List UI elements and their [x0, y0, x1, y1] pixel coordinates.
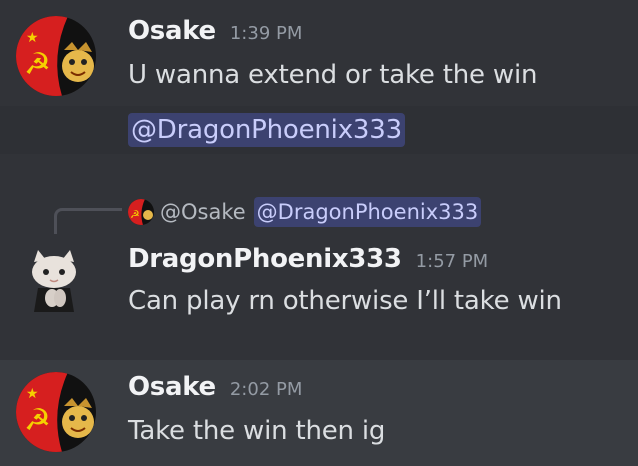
message-group-dragonphoenix[interactable]: DragonPhoenix333 1:57 PM Can play rn oth… — [0, 230, 638, 340]
user-mention[interactable]: @DragonPhoenix333 — [128, 113, 405, 147]
message-text: Can play rn otherwise I’ll take win — [128, 286, 562, 316]
message-timestamp[interactable]: 1:39 PM — [230, 23, 303, 44]
reply-author[interactable]: @Osake — [160, 200, 246, 224]
reply-avatar-icon: ☭ — [128, 199, 154, 225]
author-name[interactable]: Osake — [128, 16, 216, 46]
author-name[interactable]: Osake — [128, 372, 216, 402]
svg-text:☭: ☭ — [130, 208, 140, 221]
dragonphoenix-avatar[interactable] — [16, 242, 92, 318]
message-text: U wanna extend or take the win — [128, 60, 538, 90]
reply-mention[interactable]: @DragonPhoenix333 — [253, 197, 482, 227]
message-header: Osake 1:39 PM — [128, 16, 302, 52]
author-name[interactable]: DragonPhoenix333 — [128, 244, 402, 274]
osake-avatar[interactable]: ★ ☭ — [16, 16, 96, 96]
message-group-osake-2[interactable]: ★ ☭ Osake 2:02 PM Take the win then ig — [0, 360, 638, 466]
message-header: DragonPhoenix333 1:57 PM — [128, 244, 488, 280]
osake-avatar[interactable]: ★ ☭ — [16, 372, 96, 452]
svg-text:☭: ☭ — [24, 403, 51, 438]
message-row-mention[interactable]: @DragonPhoenix333 — [0, 106, 638, 154]
mention-container: @DragonPhoenix333 — [128, 113, 405, 147]
chat-messages: ★ ☭ Osake 1:39 PM U wanna extend or take… — [0, 0, 638, 466]
message-timestamp[interactable]: 1:57 PM — [416, 251, 489, 272]
svg-text:★: ★ — [26, 386, 39, 402]
message-text: Take the win then ig — [128, 416, 386, 446]
message-timestamp[interactable]: 2:02 PM — [230, 379, 303, 400]
svg-text:★: ★ — [26, 30, 39, 46]
svg-text:☭: ☭ — [24, 47, 51, 82]
reply-preview[interactable]: ☭ @Osake @DragonPhoenix333 — [128, 194, 482, 230]
message-header: Osake 2:02 PM — [128, 372, 302, 408]
